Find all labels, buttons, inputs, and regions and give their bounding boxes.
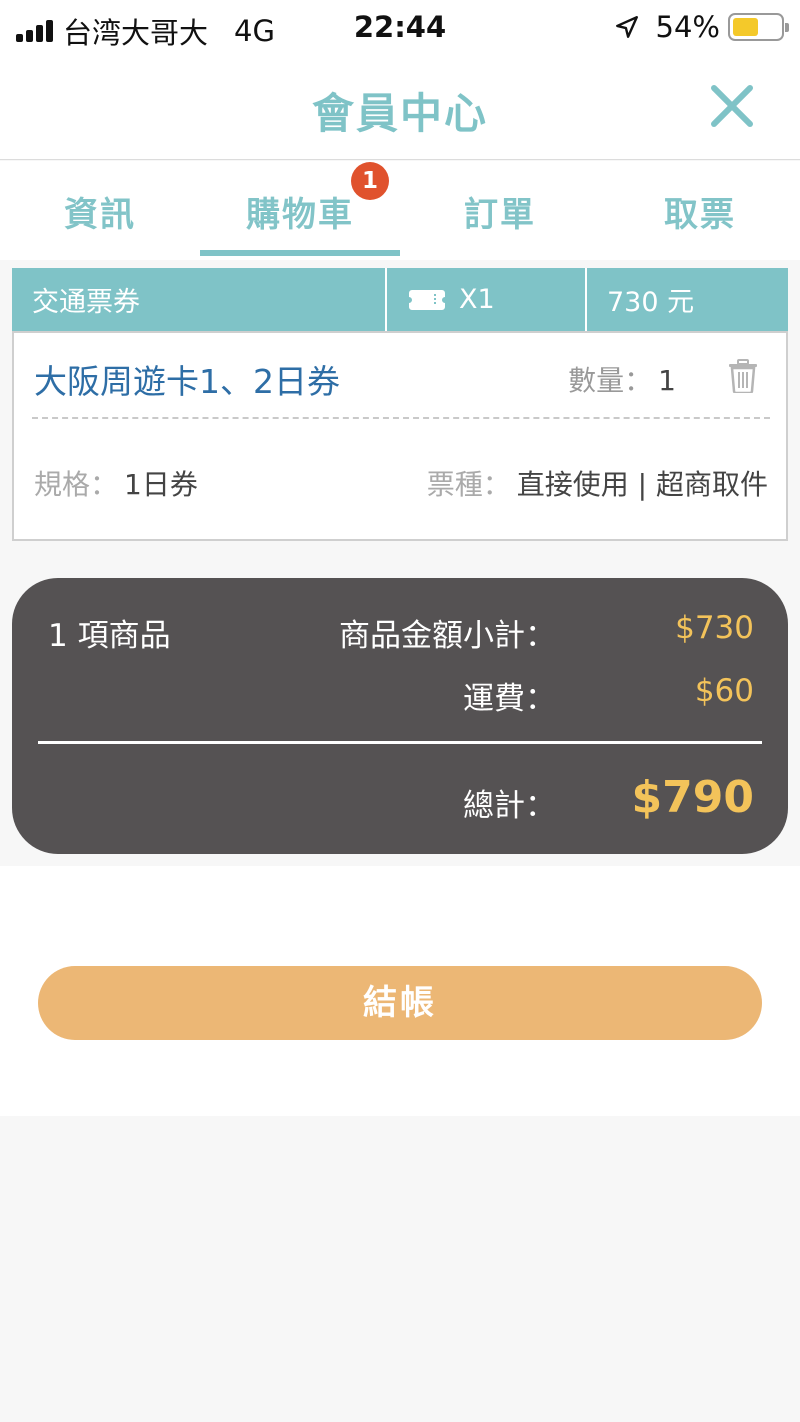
battery-percent: 54% xyxy=(655,10,720,44)
item-ticket-type: 票種： 直接使用 | 超商取件 xyxy=(427,463,768,503)
battery-icon xyxy=(728,13,789,41)
shipping-value: $60 xyxy=(694,673,754,709)
item-ticket-type-value: 直接使用 | 超商取件 xyxy=(516,468,768,501)
checkout-button[interactable]: 結帳 xyxy=(38,966,762,1040)
trash-icon[interactable] xyxy=(728,359,758,393)
header: 會員中心 xyxy=(0,56,800,160)
summary-divider xyxy=(38,741,762,744)
item-name[interactable]: 大阪周遊卡1、2日券 xyxy=(34,355,340,403)
close-icon[interactable] xyxy=(708,82,756,130)
status-right: 54% xyxy=(614,10,789,44)
tab-info-label: 資訊 xyxy=(64,195,136,235)
section-quantity: X1 xyxy=(387,268,587,331)
shipping-label: 運費： xyxy=(463,681,556,717)
status-bar: 台湾大哥大 4G 22:44 54% xyxy=(0,0,800,56)
page-title: 會員中心 xyxy=(311,89,488,138)
subtotal-value: $730 xyxy=(675,610,754,646)
order-summary: 1 項商品 商品金額小計： $730 運費： $60 總計： $790 xyxy=(12,578,788,854)
item-quantity: 數量： 1 xyxy=(568,359,676,399)
total-label: 總計： xyxy=(463,788,556,824)
section-category: 交通票券 xyxy=(12,268,387,331)
tab-info[interactable]: 資訊 xyxy=(0,161,200,260)
tab-tickets[interactable]: 取票 xyxy=(600,161,800,260)
tab-orders[interactable]: 訂單 xyxy=(400,161,600,260)
item-spec-value: 1日券 xyxy=(124,468,198,501)
cart-section-header: 交通票券 X1 730 元 xyxy=(12,268,788,331)
section-price: 730 元 xyxy=(607,287,695,318)
total-value: $790 xyxy=(631,772,754,823)
subtotal-label: 商品金額小計： xyxy=(339,618,556,654)
item-spec-label: 規格： xyxy=(34,468,119,501)
tab-cart[interactable]: 購物車 1 xyxy=(200,161,400,260)
item-quantity-value: 1 xyxy=(658,364,676,397)
item-quantity-label: 數量： xyxy=(568,364,653,397)
location-arrow-icon xyxy=(615,16,638,38)
cart-count-badge: 1 xyxy=(351,162,389,200)
tab-orders-label: 訂單 xyxy=(464,195,536,235)
cart-item: 大阪周遊卡1、2日券 數量： 1 規格： 1日券 票種： 直接使用 | 超商取件 xyxy=(12,331,788,541)
tab-tickets-label: 取票 xyxy=(664,195,736,235)
active-tab-indicator xyxy=(200,250,400,256)
item-spec: 規格： 1日券 xyxy=(34,463,198,503)
tab-bar: 資訊 購物車 1 訂單 取票 xyxy=(0,161,800,260)
section-quantity-value: X1 xyxy=(459,284,495,315)
item-count: 1 項商品 xyxy=(48,618,171,654)
ticket-icon xyxy=(409,289,445,310)
item-ticket-type-label: 票種： xyxy=(426,468,511,501)
dashed-divider xyxy=(32,417,770,419)
